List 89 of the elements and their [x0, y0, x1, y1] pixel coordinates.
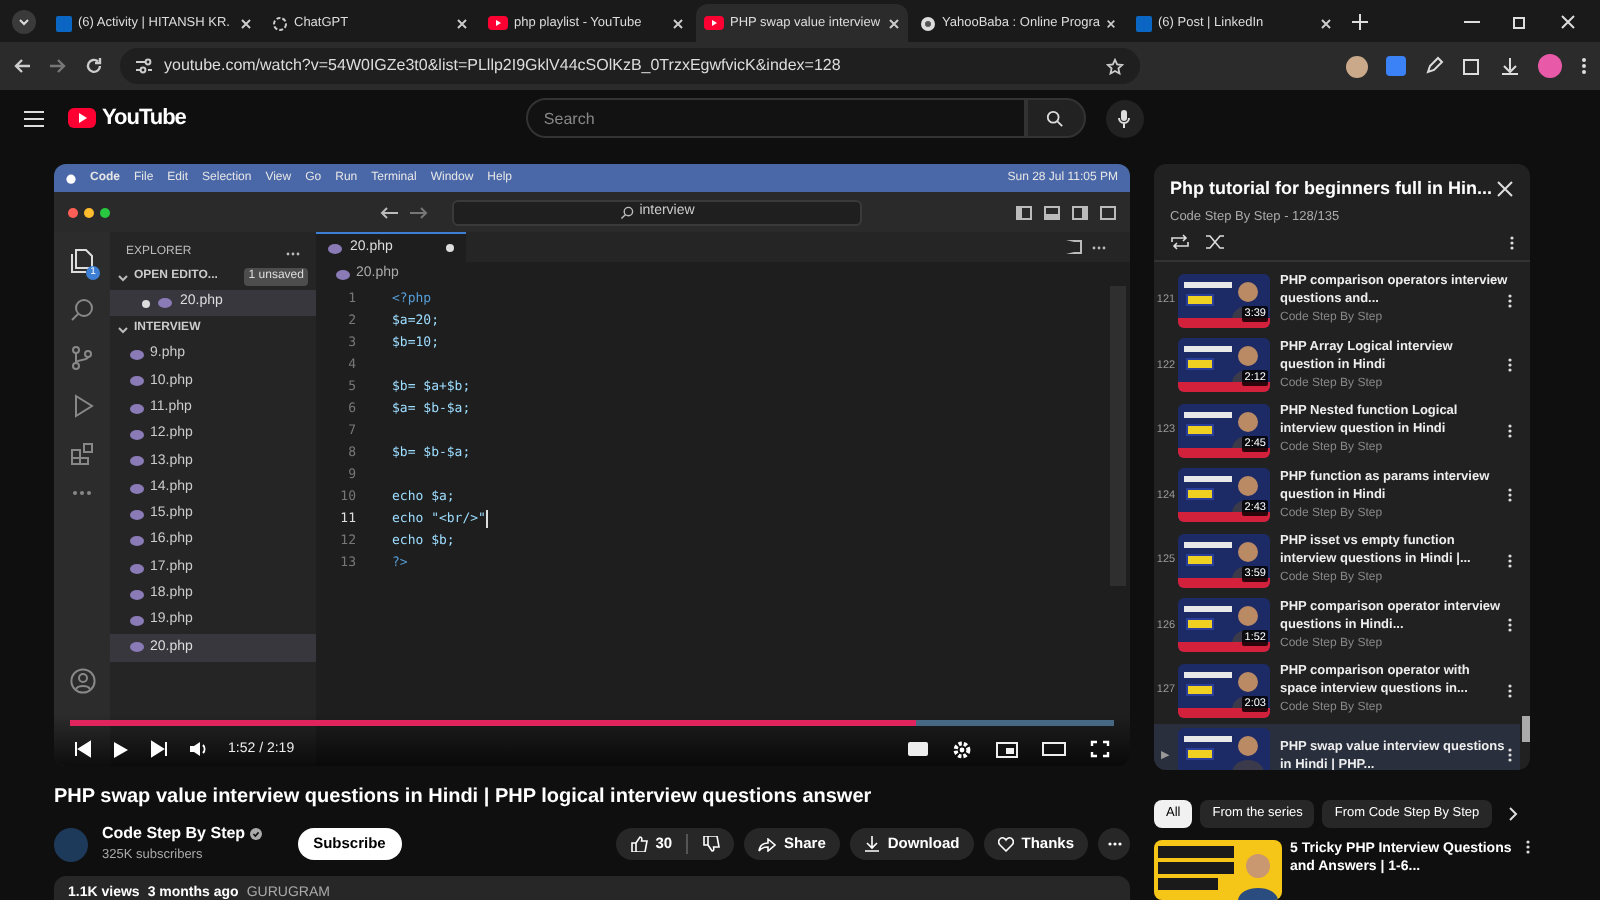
php-file-icon [130, 563, 144, 574]
playlist-title[interactable]: Php tutorial for beginners full in Hin... [1170, 176, 1492, 203]
search-icon [1046, 109, 1065, 127]
fullscreen-icon[interactable] [1090, 740, 1110, 759]
php-file-icon [130, 350, 144, 361]
php-file-icon [130, 536, 144, 547]
voice-search-button[interactable] [1105, 99, 1144, 137]
files-icon[interactable] [70, 248, 94, 274]
microphone-icon [1118, 109, 1131, 127]
branch-icon[interactable] [72, 346, 92, 370]
video-frame[interactable] [54, 164, 1130, 766]
tab-search-icon[interactable] [12, 9, 36, 33]
php-file-icon [158, 298, 172, 308]
run-debug-icon[interactable] [70, 394, 94, 418]
extension-icon[interactable] [1386, 56, 1406, 76]
download-icon [863, 836, 880, 852]
php-file-icon [336, 269, 350, 279]
restore-icon[interactable] [1512, 13, 1528, 29]
thumbs-down-icon [702, 836, 721, 852]
close-icon[interactable] [1496, 180, 1514, 199]
php-file-icon [130, 376, 144, 387]
close-icon[interactable] [456, 17, 468, 29]
account-icon[interactable] [69, 668, 95, 694]
theater-mode-icon[interactable] [1042, 742, 1066, 757]
bookmark-star-icon[interactable] [1106, 57, 1124, 75]
search-button[interactable] [1025, 98, 1086, 138]
play-logo-icon[interactable] [68, 108, 96, 128]
php-file-icon [130, 616, 144, 627]
globe-icon [920, 15, 936, 31]
chevron-down-icon[interactable] [118, 273, 128, 281]
volume-icon[interactable] [188, 740, 208, 759]
php-file-icon [130, 589, 144, 600]
search-icon[interactable] [70, 298, 94, 322]
chevron-right-icon[interactable] [1507, 806, 1518, 822]
search-icon [619, 205, 634, 219]
linkedin-icon [56, 15, 72, 31]
settings-icon[interactable] [952, 739, 972, 760]
youtube-logo-text[interactable]: YouTube [102, 101, 186, 135]
scrollbar-thumb[interactable] [1522, 716, 1530, 742]
php-file-icon [130, 642, 144, 653]
thumbs-up-icon [629, 836, 648, 852]
back-icon[interactable] [12, 56, 32, 76]
site-settings-icon[interactable] [136, 58, 152, 74]
split-editor-icon[interactable] [1066, 240, 1082, 254]
close-icon[interactable] [888, 17, 900, 29]
close-icon[interactable] [1560, 13, 1576, 29]
subtitles-icon[interactable] [908, 742, 928, 757]
user-avatar[interactable] [1538, 54, 1562, 78]
shuffle-icon[interactable] [1206, 234, 1226, 251]
php-file-icon [130, 403, 144, 414]
previous-icon[interactable] [74, 740, 92, 759]
php-file-icon [130, 430, 144, 441]
php-file-icon [328, 243, 342, 253]
share-arrow-icon [758, 837, 777, 851]
video-title: PHP swap value interview questions in Hindi | PHP logical interview questions answer [54, 784, 874, 812]
miniplayer-icon[interactable] [996, 741, 1018, 758]
close-icon[interactable] [1106, 17, 1116, 29]
play-logo-icon [704, 16, 724, 30]
verified-icon [249, 828, 262, 841]
address-bar[interactable]: youtube.com/watch?v=54W0IGZe3t0&list=PLllp2I9GklV44cSOlKzB_0TrzxEgwfvicK&index=128 [120, 48, 1140, 84]
reload-icon[interactable] [84, 56, 104, 76]
heart-dollar-icon [997, 836, 1014, 852]
close-icon[interactable] [672, 17, 684, 29]
close-icon[interactable] [240, 17, 252, 29]
progress-track[interactable] [70, 720, 1114, 726]
search-field[interactable]: Search [525, 98, 1026, 138]
forward-icon[interactable] [48, 56, 68, 76]
play-logo-icon [488, 16, 508, 30]
back-icon[interactable] [380, 205, 398, 219]
next-icon[interactable] [150, 740, 168, 759]
linkedin-icon [1136, 15, 1152, 31]
loop-icon[interactable] [1170, 234, 1190, 251]
php-file-icon [130, 483, 144, 494]
menu-icon[interactable] [1580, 56, 1588, 76]
profile-avatar[interactable] [1346, 55, 1368, 77]
channel-name[interactable]: Code Step By Step [102, 822, 246, 847]
php-file-icon [130, 509, 144, 520]
extensions-icon[interactable] [70, 442, 94, 466]
php-file-icon [130, 456, 144, 467]
more-button[interactable] [1098, 828, 1130, 860]
menu-icon[interactable] [24, 109, 44, 127]
forward-icon[interactable] [410, 205, 428, 219]
close-icon[interactable] [1320, 17, 1332, 29]
chevron-down-icon[interactable] [118, 325, 128, 333]
url-text: youtube.com/watch?v=54W0IGZe3t0&list=PLllp2I9GklV44cSOlKzB_0TrzxEgwfvicK&index=128 [164, 54, 843, 78]
new-tab-icon[interactable] [1352, 13, 1368, 29]
download-icon[interactable] [1500, 56, 1520, 76]
apple-icon [66, 172, 76, 184]
pen-icon[interactable] [1424, 56, 1444, 76]
